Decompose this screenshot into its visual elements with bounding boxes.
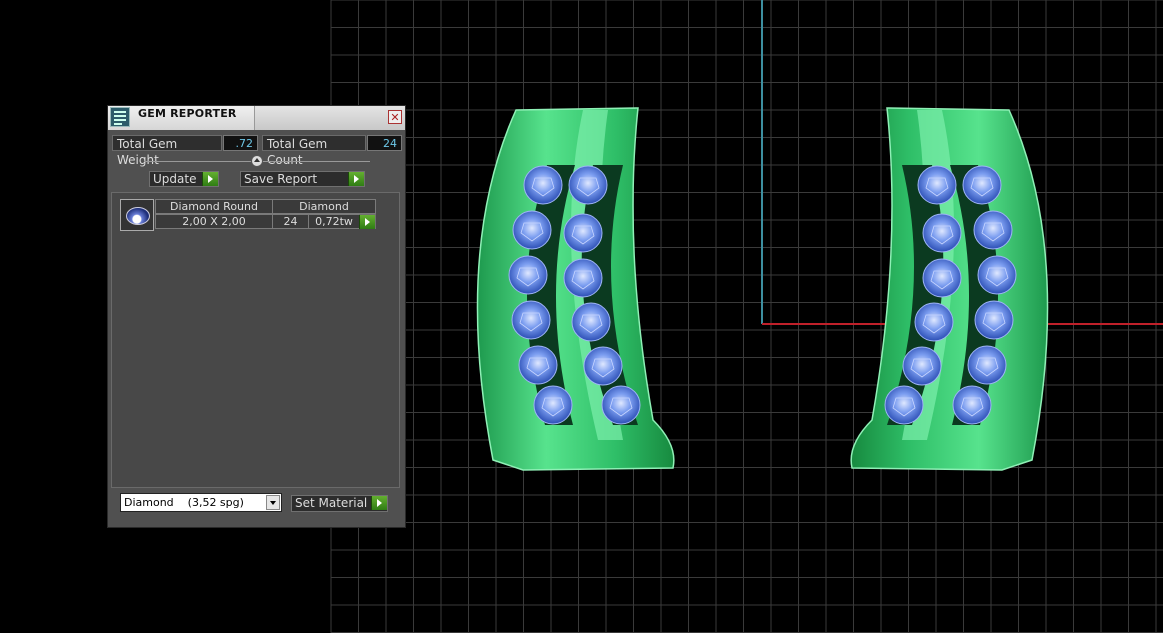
save-report-button-label: Save Report	[244, 172, 318, 186]
go-arrow-icon	[371, 496, 387, 510]
gem-thumbnail	[120, 199, 154, 231]
update-button-label: Update	[153, 172, 197, 186]
gem-reporter-panel: GEM REPORTER ✕ Total Gem Weight .72 Tota…	[107, 105, 406, 528]
set-material-button[interactable]: Set Material	[291, 495, 388, 512]
gem-stone	[512, 210, 552, 250]
go-arrow-icon	[202, 172, 218, 186]
gem-stone	[973, 210, 1013, 250]
gem-stone	[583, 346, 623, 386]
gem-shape: Diamond Round	[155, 199, 273, 214]
slider-knob[interactable]	[251, 155, 263, 167]
material-select-value: Diamond (3,52 spg)	[124, 496, 244, 509]
gem-stone	[568, 165, 608, 205]
gem-stone	[523, 165, 563, 205]
total-gem-weight-value: .72	[223, 135, 258, 151]
gem-stone	[563, 213, 603, 253]
gem-stone	[914, 302, 954, 342]
gem-stone	[508, 255, 548, 295]
gem-stone	[922, 213, 962, 253]
gem-stone	[902, 346, 942, 386]
panel-title: GEM REPORTER	[138, 107, 237, 120]
total-gem-count-label: Total Gem Count	[262, 135, 366, 167]
gem-stone	[884, 385, 924, 425]
gem-size: 2,00 X 2,00	[155, 214, 273, 229]
go-arrow-icon	[359, 215, 375, 229]
material-select[interactable]: Diamond (3,52 spg)	[120, 493, 282, 512]
close-icon[interactable]: ✕	[388, 110, 402, 124]
gem-weight: 0,72tw	[308, 214, 360, 229]
gem-stone	[563, 258, 603, 298]
save-report-button[interactable]: Save Report	[240, 171, 365, 187]
gem-stone	[967, 345, 1007, 385]
panel-titlebar[interactable]: GEM REPORTER ✕	[108, 106, 405, 130]
panel-title-tab: GEM REPORTER	[108, 106, 255, 130]
total-gem-weight-label: Total Gem Weight	[112, 135, 222, 167]
set-material-button-label: Set Material	[295, 496, 368, 510]
gem-stone	[511, 300, 551, 340]
gem-count: 24	[272, 214, 309, 229]
total-gem-count-value: 24	[367, 135, 402, 151]
gem-stone	[962, 165, 1002, 205]
gem-stone	[977, 255, 1017, 295]
gem-stone	[917, 165, 957, 205]
gem-material: Diamond	[272, 199, 376, 214]
gem-stone	[533, 385, 573, 425]
gem-stone	[922, 258, 962, 298]
dropdown-arrow-icon[interactable]	[266, 495, 280, 510]
gem-stone	[571, 302, 611, 342]
gem-row-go-button[interactable]	[359, 214, 376, 229]
gem-stone	[601, 385, 641, 425]
gem-stone	[974, 300, 1014, 340]
gem-reporter-app-icon	[110, 107, 130, 127]
update-button[interactable]: Update	[149, 171, 219, 187]
gem-stone	[518, 345, 558, 385]
gem-stone	[952, 385, 992, 425]
gem-list[interactable]: Diamond Round Diamond 2,00 X 2,00 24 0,7…	[111, 192, 400, 488]
go-arrow-icon	[348, 172, 364, 186]
